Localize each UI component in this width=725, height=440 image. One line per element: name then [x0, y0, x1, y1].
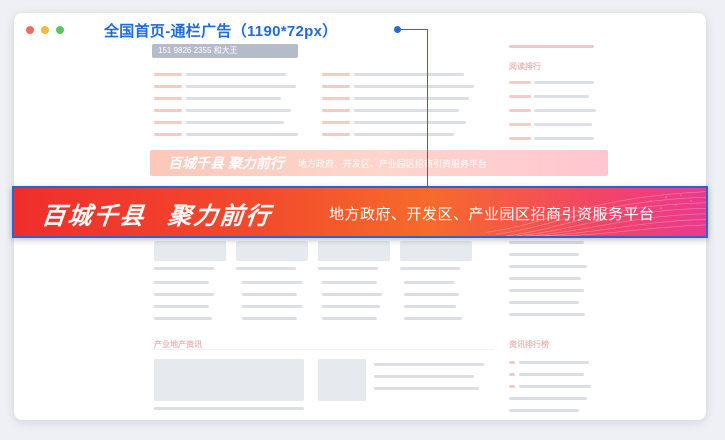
banner-subtitle: 地方政府、开发区、产业园区招商引资服务平台 — [329, 206, 655, 223]
banner-ad[interactable]: 百城千县 聚力前行 地方政府、开发区、产业园区招商引资服务平台 — [12, 186, 708, 238]
ghost-phone-bar: 151 9826 2355 和大王 — [152, 44, 298, 58]
banner-slogan: 百城千县 聚力前行 — [40, 196, 296, 231]
slogan-part-2: 聚力前行 — [166, 203, 274, 230]
slogan-part-1: 百城千县 — [40, 203, 148, 230]
callout-line-vertical — [427, 29, 428, 186]
ad-slot-label: 全国首页-通栏广告（1190*72px） — [104, 23, 338, 40]
ghost-banner: 百城千县 聚力前行 地方政府、开发区、产业园区招商引资服务平台 — [150, 150, 608, 176]
callout-line-horizontal — [400, 29, 428, 30]
